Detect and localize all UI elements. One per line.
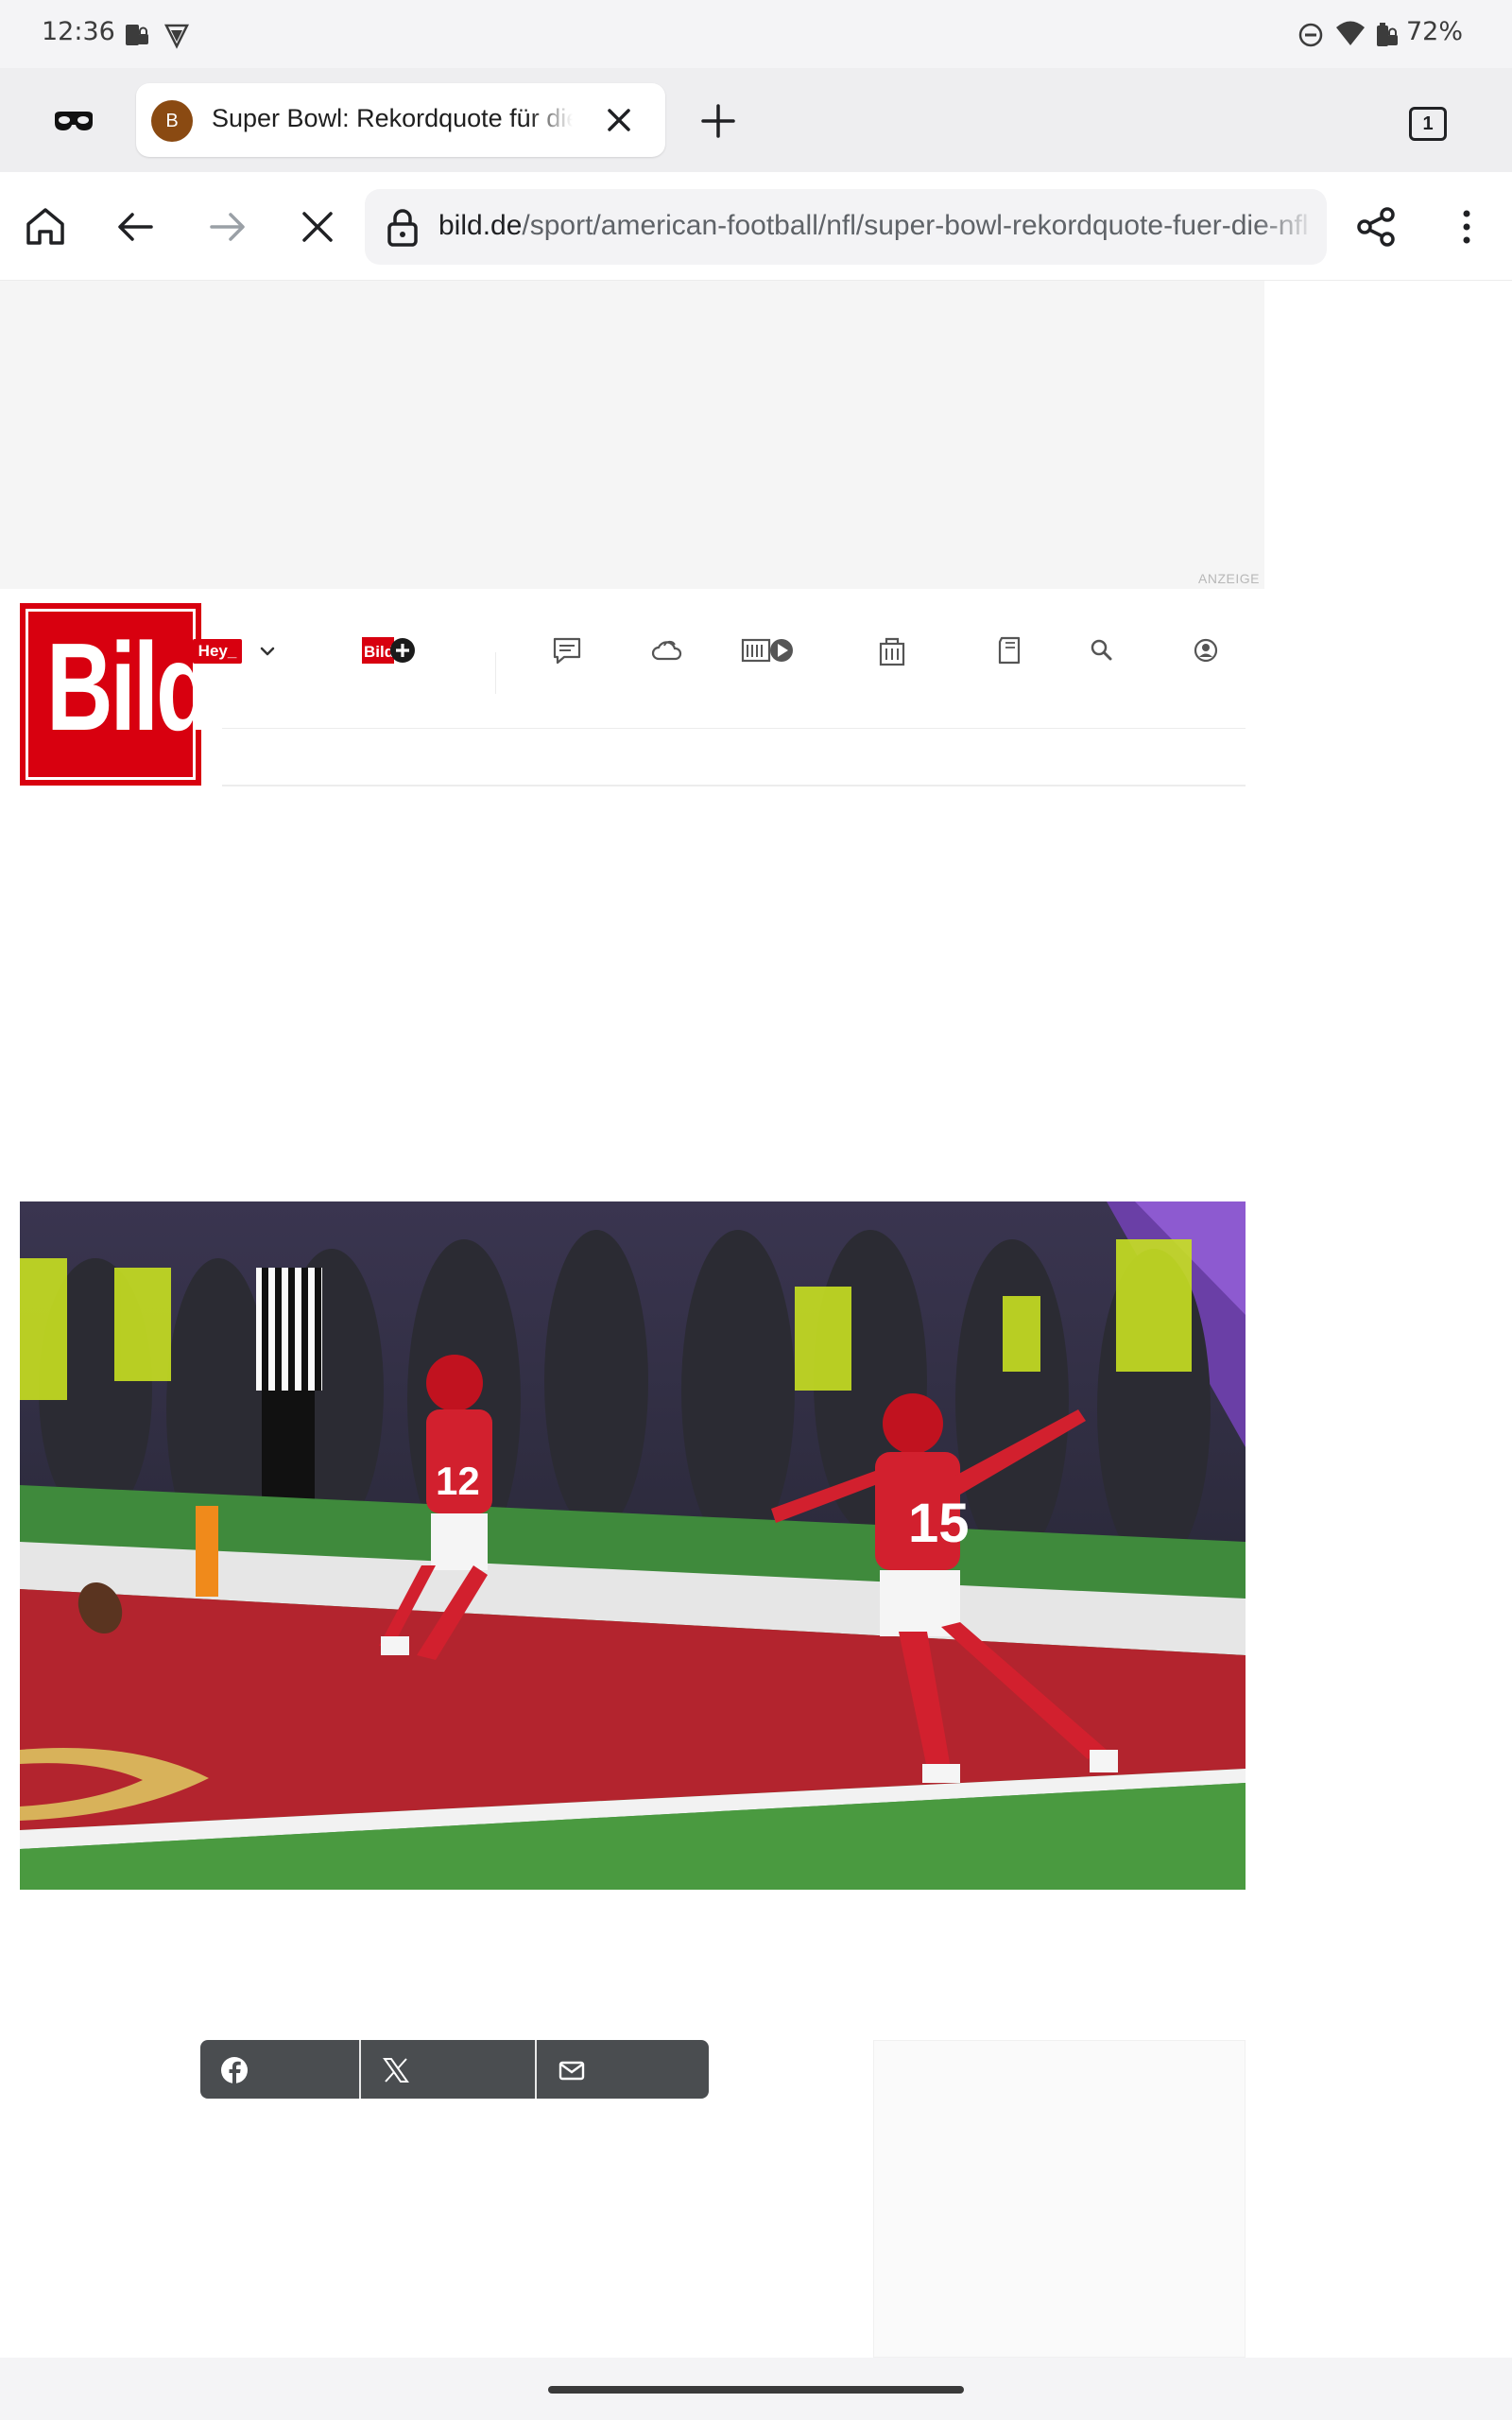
chevron-down-icon[interactable] bbox=[255, 639, 280, 664]
home-icon[interactable] bbox=[23, 203, 68, 249]
share-mail-button[interactable] bbox=[537, 2040, 709, 2099]
ad-label: ANZEIGE bbox=[1198, 571, 1260, 586]
tab-count: 1 bbox=[1409, 107, 1447, 141]
bild-plus-icon[interactable]: Bild bbox=[361, 633, 418, 667]
stop-loading-icon[interactable] bbox=[295, 204, 340, 250]
shield-icon bbox=[163, 24, 190, 49]
shopping-bag-icon[interactable] bbox=[875, 633, 909, 667]
lock-icon[interactable] bbox=[382, 206, 423, 248]
bild-tv-icon[interactable] bbox=[741, 633, 796, 667]
nav-separator bbox=[222, 728, 1246, 729]
url-text: bild.de/sport/american-football/nfl/supe… bbox=[438, 210, 1317, 242]
address-bar[interactable]: bild.de/sport/american-football/nfl/supe… bbox=[365, 189, 1327, 265]
incognito-mask-icon[interactable] bbox=[53, 102, 94, 140]
active-tab[interactable]: B Super Bowl: Rekordquote für die NFL bbox=[136, 83, 665, 157]
ad-banner[interactable] bbox=[0, 281, 1264, 589]
tab-favicon: B bbox=[151, 100, 193, 142]
comments-icon[interactable] bbox=[550, 633, 584, 667]
back-arrow-icon[interactable] bbox=[113, 204, 159, 250]
hey-badge[interactable]: Hey_ bbox=[193, 639, 242, 664]
svg-text:Bild: Bild bbox=[364, 643, 394, 661]
new-tab-button[interactable] bbox=[696, 98, 741, 144]
bild-logo-text: Bild bbox=[46, 617, 213, 756]
side-ad-placeholder[interactable] bbox=[873, 2040, 1246, 2358]
status-time: 12:36 bbox=[42, 17, 115, 46]
overflow-menu-icon[interactable] bbox=[1444, 204, 1489, 250]
do-not-disturb-icon bbox=[1298, 23, 1323, 47]
share-facebook-button[interactable] bbox=[200, 2040, 359, 2099]
weather-icon[interactable] bbox=[650, 633, 684, 667]
tab-switcher-button[interactable]: 1 bbox=[1406, 102, 1448, 141]
forward-arrow-icon[interactable] bbox=[204, 204, 249, 250]
url-path: /sport/american-football/nfl/super-bowl-… bbox=[522, 210, 1309, 241]
hero-image[interactable]: 12 15 bbox=[20, 1201, 1246, 1890]
home-gesture-handle[interactable] bbox=[548, 2386, 964, 2394]
svg-text:15: 15 bbox=[908, 1493, 970, 1554]
share-icon[interactable] bbox=[1353, 204, 1399, 250]
battery-percentage: 72% bbox=[1406, 17, 1464, 46]
tab-title: Super Bowl: Rekordquote für die NFL bbox=[212, 104, 573, 132]
x-icon bbox=[383, 2058, 409, 2083]
account-icon[interactable] bbox=[1189, 633, 1223, 667]
nav-separator bbox=[222, 785, 1246, 786]
epaper-icon[interactable] bbox=[992, 633, 1026, 667]
share-bar bbox=[200, 2040, 709, 2099]
facebook-icon bbox=[221, 2057, 248, 2084]
cast-lock-icon bbox=[126, 25, 148, 45]
url-domain: bild.de bbox=[438, 210, 523, 241]
search-icon[interactable] bbox=[1085, 633, 1119, 667]
close-tab-icon[interactable] bbox=[599, 100, 639, 140]
mail-icon bbox=[558, 2061, 585, 2081]
nav-divider bbox=[495, 652, 496, 694]
share-x-button[interactable] bbox=[361, 2040, 535, 2099]
status-bar bbox=[0, 0, 1512, 68]
bild-logo[interactable]: Bild bbox=[20, 603, 213, 786]
wifi-icon bbox=[1336, 21, 1365, 45]
battery-icon bbox=[1377, 23, 1398, 46]
svg-text:12: 12 bbox=[436, 1459, 480, 1503]
